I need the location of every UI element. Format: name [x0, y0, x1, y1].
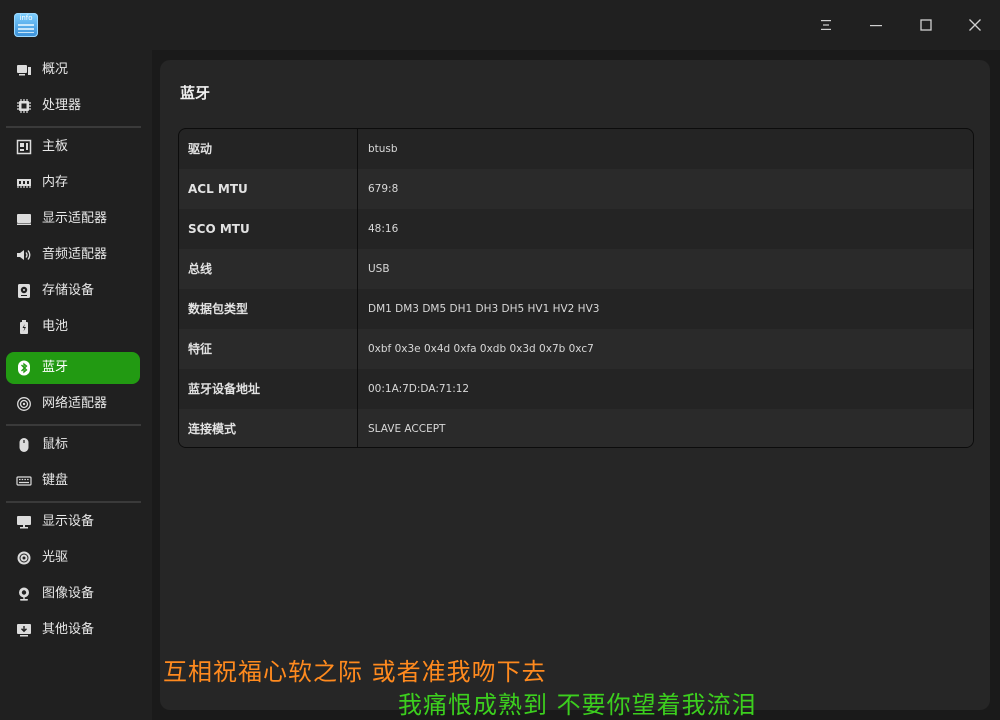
- sidebar-item-battery[interactable]: 电池: [6, 311, 140, 343]
- minimize-icon: [870, 25, 882, 27]
- memory-icon: [16, 175, 32, 191]
- sidebar-separator: [6, 424, 141, 426]
- table-row: ACL MTU 679:8: [179, 169, 973, 209]
- info-table: 驱动 btusb ACL MTU 679:8 SCO MTU 48:16 总线 …: [178, 128, 974, 448]
- row-key: 蓝牙设备地址: [188, 382, 261, 396]
- keyboard-icon: [16, 473, 32, 489]
- sidebar-item-label: 图像设备: [42, 586, 95, 601]
- monitor-icon: [16, 514, 32, 530]
- menu-icon: [821, 20, 831, 30]
- sidebar: 概况 处理器 主板 内存 显示适配器 音频适配器 存储设备 电池 蓝牙 网络适配…: [0, 50, 150, 720]
- table-row: 连接模式 SLAVE ACCEPT: [179, 409, 973, 447]
- row-value[interactable]: DM1 DM3 DM5 DH1 DH3 DH5 HV1 HV2 HV3: [368, 289, 599, 329]
- display-adapter-icon: [16, 211, 32, 227]
- audio-adapter-icon: [16, 247, 32, 263]
- row-key: ACL MTU: [188, 182, 248, 196]
- other-devices-icon: [16, 622, 32, 638]
- sidebar-item-overview[interactable]: 概况: [6, 54, 140, 86]
- sidebar-item-label: 主板: [42, 139, 69, 154]
- row-key: 连接模式: [188, 422, 237, 436]
- menu-button[interactable]: [811, 10, 841, 40]
- row-value[interactable]: 00:1A:7D:DA:71:12: [368, 369, 469, 409]
- sidebar-item-keyboard[interactable]: 键盘: [6, 465, 140, 497]
- bluetooth-icon: [16, 360, 32, 376]
- table-row: 数据包类型 DM1 DM3 DM5 DH1 DH3 DH5 HV1 HV2 HV…: [179, 289, 973, 329]
- maximize-icon: [920, 19, 932, 31]
- page-title: 蓝牙: [180, 84, 211, 102]
- sidebar-separator: [6, 126, 141, 128]
- row-value[interactable]: SLAVE ACCEPT: [368, 409, 445, 447]
- motherboard-icon: [16, 139, 32, 155]
- row-value[interactable]: 0xbf 0x3e 0x4d 0xfa 0xdb 0x3d 0x7b 0xc7: [368, 329, 594, 369]
- row-value[interactable]: 48:16: [368, 209, 398, 249]
- row-key: 特征: [188, 342, 213, 356]
- details-panel: 蓝牙 驱动 btusb ACL MTU 679:8 SCO MTU 48:16 …: [160, 60, 990, 710]
- optical-drive-icon: [16, 550, 32, 566]
- table-row: SCO MTU 48:16: [179, 209, 973, 249]
- sidebar-item-display-adapter[interactable]: 显示适配器: [6, 203, 140, 235]
- minimize-button[interactable]: [861, 10, 891, 40]
- row-key: 总线: [188, 262, 213, 276]
- row-key: SCO MTU: [188, 222, 250, 236]
- sidebar-item-network-adapter[interactable]: 网络适配器: [6, 388, 140, 420]
- subtitle-line-1: 互相祝福心软之际 或者准我吻下去: [163, 658, 547, 686]
- sidebar-item-optical-drive[interactable]: 光驱: [6, 542, 140, 574]
- maximize-button[interactable]: [911, 10, 941, 40]
- sidebar-item-label: 内存: [42, 175, 69, 190]
- app-window: info 概况 处理器 主板 内存 显示适配器 音频适配器 存储设备 电池 蓝牙…: [0, 0, 1000, 720]
- cpu-icon: [16, 98, 32, 114]
- sidebar-item-label: 光驱: [42, 550, 69, 565]
- row-key: 数据包类型: [188, 302, 249, 316]
- table-row: 蓝牙设备地址 00:1A:7D:DA:71:12: [179, 369, 973, 409]
- sidebar-item-bluetooth[interactable]: 蓝牙: [6, 352, 140, 384]
- sidebar-item-label: 网络适配器: [42, 396, 108, 411]
- table-row: 特征 0xbf 0x3e 0x4d 0xfa 0xdb 0x3d 0x7b 0x…: [179, 329, 973, 369]
- row-value[interactable]: USB: [368, 249, 390, 289]
- sidebar-item-audio-adapter[interactable]: 音频适配器: [6, 239, 140, 271]
- close-button[interactable]: [960, 10, 990, 40]
- sidebar-item-motherboard[interactable]: 主板: [6, 131, 140, 163]
- sidebar-item-camera[interactable]: 图像设备: [6, 578, 140, 610]
- sidebar-item-label: 其他设备: [42, 622, 95, 637]
- sidebar-item-label: 存储设备: [42, 283, 95, 298]
- sidebar-item-other-devices[interactable]: 其他设备: [6, 614, 140, 646]
- close-icon: [969, 19, 981, 31]
- sidebar-item-cpu[interactable]: 处理器: [6, 90, 140, 122]
- app-logo-icon: info: [14, 13, 38, 37]
- table-row: 驱动 btusb: [179, 129, 973, 169]
- mouse-icon: [16, 437, 32, 453]
- sidebar-item-label: 键盘: [42, 473, 69, 488]
- network-adapter-icon: [16, 396, 32, 412]
- sidebar-item-mouse[interactable]: 鼠标: [6, 429, 140, 461]
- camera-icon: [16, 586, 32, 602]
- battery-icon: [16, 319, 32, 335]
- title-bar: info: [0, 0, 1000, 50]
- sidebar-item-label: 显示设备: [42, 514, 95, 529]
- row-value[interactable]: btusb: [368, 129, 398, 169]
- sidebar-item-storage[interactable]: 存储设备: [6, 275, 140, 307]
- row-value[interactable]: 679:8: [368, 169, 398, 209]
- storage-icon: [16, 283, 32, 299]
- sidebar-item-label: 显示适配器: [42, 211, 108, 226]
- sidebar-item-label: 概况: [42, 62, 69, 77]
- sidebar-item-label: 鼠标: [42, 437, 69, 452]
- sidebar-item-label: 处理器: [42, 98, 82, 113]
- app-logo-lines: [18, 24, 34, 33]
- sidebar-item-monitor[interactable]: 显示设备: [6, 506, 140, 538]
- sidebar-separator: [6, 501, 141, 503]
- sidebar-item-label: 电池: [42, 319, 69, 334]
- app-logo-text: info: [19, 14, 33, 22]
- column-divider: [357, 129, 358, 447]
- subtitle-line-2: 我痛恨成熟到 不要你望着我流泪: [398, 691, 757, 719]
- table-row: 总线 USB: [179, 249, 973, 289]
- sidebar-item-label: 音频适配器: [42, 247, 108, 262]
- overview-icon: [16, 62, 32, 78]
- row-key: 驱动: [188, 142, 213, 156]
- sidebar-item-memory[interactable]: 内存: [6, 167, 140, 199]
- sidebar-item-label: 蓝牙: [42, 360, 69, 375]
- main-content: 蓝牙 驱动 btusb ACL MTU 679:8 SCO MTU 48:16 …: [152, 50, 1000, 720]
